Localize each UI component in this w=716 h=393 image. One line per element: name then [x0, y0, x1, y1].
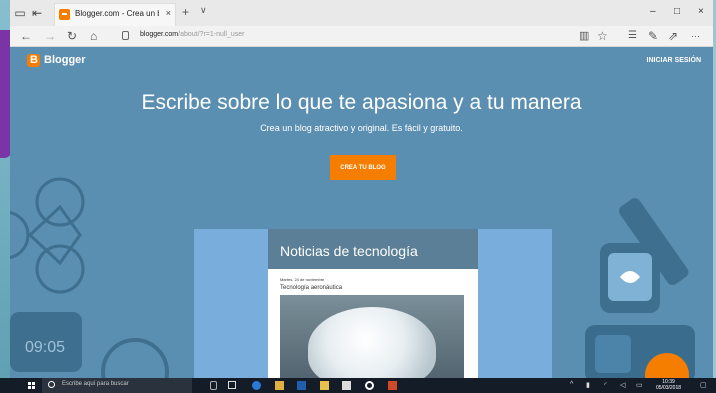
keyboard-icon[interactable]: ▭	[636, 381, 643, 389]
decorative-panel-right	[478, 229, 552, 378]
store-icon[interactable]	[320, 381, 329, 390]
word-icon[interactable]	[297, 381, 306, 390]
blog-preview-title: Noticias de tecnología	[280, 243, 418, 259]
wifi-icon[interactable]: ◜	[604, 381, 607, 389]
clock[interactable]: 10:39 05/03/2018	[656, 379, 681, 391]
favorites-hub-icon[interactable]: ☰	[628, 29, 637, 43]
page-subheadline: Crea un blog atractivo y original. Es fá…	[260, 123, 463, 133]
create-blog-button[interactable]: CREA TU BLOG	[330, 155, 396, 180]
minimize-button[interactable]: –	[650, 6, 656, 17]
browser-window: ▭ ⇤ Blogger.com - Crea un bl × + ∨ – □ ×…	[10, 0, 713, 378]
new-tab-button[interactable]: +	[182, 5, 189, 19]
refresh-icon[interactable]: ↻	[67, 29, 77, 43]
smartwatch-right-icon	[600, 243, 660, 313]
tab-preview-icon[interactable]: ▭	[13, 6, 27, 20]
tab-bar: ▭ ⇤ Blogger.com - Crea un bl × + ∨ – □ ×	[10, 0, 713, 27]
microphone-icon[interactable]	[210, 381, 217, 390]
edge-icon[interactable]	[252, 381, 261, 390]
file-explorer-icon[interactable]	[275, 381, 284, 390]
taskbar-search[interactable]: Escribe aquí para buscar	[42, 378, 192, 393]
favorite-star-icon[interactable]: ☆	[597, 29, 608, 43]
blog-preview-header: Noticias de tecnología	[268, 229, 478, 269]
close-window-button[interactable]: ×	[698, 6, 704, 17]
set-aside-tabs-icon[interactable]: ⇤	[30, 6, 44, 20]
tray-chevron-icon[interactable]: ^	[570, 381, 573, 388]
decorative-panel-left	[194, 229, 268, 378]
reading-view-icon[interactable]: ▥	[579, 29, 589, 43]
mail-icon[interactable]	[342, 381, 351, 390]
more-menu-icon[interactable]: ···	[691, 29, 700, 43]
dial-icon	[101, 338, 169, 378]
brand-name[interactable]: Blogger	[44, 54, 86, 66]
windows-taskbar: Escribe aquí para buscar ^ ▮ ◜ ◁ ▭ 10:39…	[0, 378, 716, 393]
windows-start-icon[interactable]	[28, 382, 35, 389]
tab-close-icon[interactable]: ×	[166, 8, 171, 18]
network-icon[interactable]: ▮	[586, 381, 590, 389]
drone-icon	[10, 177, 85, 294]
blogger-favicon-icon	[59, 9, 70, 20]
back-arrow-icon[interactable]: ←	[20, 29, 32, 43]
navigation-bar: ← → ↻ ⌂ blogger.com/about/?r=1-null_user…	[10, 26, 713, 47]
watch-time-text: 09:05	[25, 339, 65, 356]
notifications-icon[interactable]: ▢	[700, 381, 707, 389]
chrome-icon[interactable]	[365, 381, 374, 390]
url-host: blogger.com	[140, 31, 179, 38]
post-date: Martes, 24 de noviembre	[280, 277, 325, 282]
balloon-illustration	[308, 307, 436, 378]
search-placeholder: Escribe aquí para buscar	[62, 381, 129, 387]
web-note-pen-icon[interactable]: ✎	[648, 29, 658, 43]
task-view-icon[interactable]	[228, 381, 236, 389]
blogger-landing-page: 09:05 Blogger INICIAR SESIÓN Escribe sob…	[10, 47, 713, 378]
forward-arrow-icon[interactable]: →	[44, 29, 56, 43]
clock-date: 05/03/2018	[656, 385, 682, 391]
blog-preview-card: Noticias de tecnología Martes, 24 de nov…	[268, 229, 478, 378]
tab-blogger[interactable]: Blogger.com - Crea un bl ×	[54, 3, 176, 27]
cortana-icon	[48, 381, 55, 388]
post-title: Tecnología aeronáutica	[280, 285, 343, 291]
share-icon[interactable]: ⇗	[668, 29, 678, 43]
volume-icon[interactable]: ◁	[620, 381, 625, 389]
page-headline: Escribe sobre lo que te apasiona y a tu …	[141, 91, 582, 114]
powerpoint-icon[interactable]	[388, 381, 397, 390]
address-bar[interactable]: blogger.com/about/?r=1-null_user	[140, 31, 245, 38]
url-path: /about/?r=1-null_user	[178, 31, 245, 38]
post-image	[280, 295, 464, 378]
home-icon[interactable]: ⌂	[90, 29, 97, 43]
tab-list-dropdown-icon[interactable]: ∨	[200, 5, 207, 16]
maximize-button[interactable]: □	[674, 6, 680, 17]
lock-icon	[122, 31, 129, 40]
sign-in-link[interactable]: INICIAR SESIÓN	[647, 57, 701, 64]
tab-title: Blogger.com - Crea un bl	[75, 9, 159, 18]
blogger-logo-icon[interactable]	[27, 54, 40, 67]
